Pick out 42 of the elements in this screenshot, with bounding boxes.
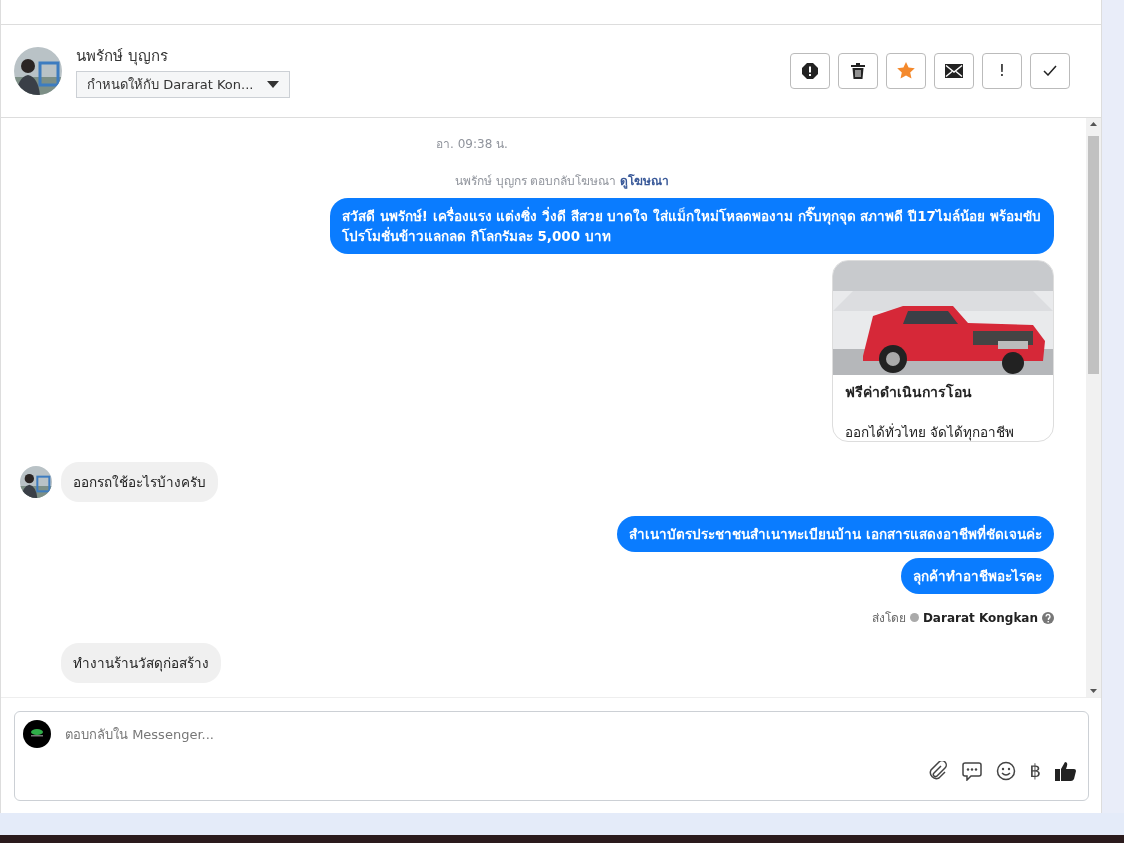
view-ad-link[interactable]: ดูโฆษณา [620,173,670,188]
like-button[interactable] [1055,760,1076,781]
alert-icon [802,62,818,79]
verified-icon [909,613,919,622]
assign-dropdown[interactable]: กำหนดให้กับ Dararat Kon... [76,70,291,98]
sent-message: ลุกค้าทำอาชีพอะไรคะ [901,558,1054,594]
ad-reply-notice: นพรักษ์ บุญกร ตอบกลับโฆษณา ดูโฆษณา [454,172,670,190]
emoji-button[interactable] [995,760,1016,781]
timestamp: อา. 09:38 น. [436,135,508,153]
help-icon[interactable] [1042,611,1054,624]
report-button[interactable] [790,52,830,89]
speech-bubble-icon [961,760,982,781]
delete-button[interactable] [838,52,878,89]
sent-by-label: ส่งโดย [871,610,906,627]
thumbs-up-icon [1055,760,1076,781]
sent-message: สวัสดี นพรักษ์! เครื่องแรง แต่งซิ่ง วิ่งดี สีสวย บาดใจ ใส่แม็กใหม่โหลดพองาม กริ๊บทุกจุด สภาพดี ปี17ไมล์น้อย พร้อมขับ โปรโมชั่นข้าวแลกลด กิโลกรัมละ 5,000 บาท [330,197,1054,254]
scroll-up-icon[interactable] [1090,121,1097,126]
star-button[interactable] [886,52,926,89]
important-button[interactable]: ! [982,52,1022,89]
contact-name: นพรักษ์ บุญกร [76,45,169,68]
page-logo-icon [23,720,51,748]
mail-button[interactable] [934,52,974,89]
envelope-icon [945,63,963,78]
check-icon [1043,65,1057,77]
attach-button[interactable] [927,760,948,781]
trash-icon [851,62,865,79]
received-message: ทำงานร้านวัสดุก่อสร้าง [61,643,221,683]
payment-button[interactable]: ฿ [1029,760,1041,781]
avatar-icon [20,466,52,498]
ad-card[interactable]: ฟรีค่าดำเนินการโอน ออกได้ทั่วไทย จัดได้ทุกอาชีพ [832,259,1054,442]
sender-name: Dararat Kongkan [922,610,1038,625]
sent-message: สำเนาบัตรประชาชนสำเนาทะเบียนบ้าน เอกสารแสดงอาชีพที่ชัดเจนค่ะ [617,516,1054,552]
scroll-down-icon[interactable] [1090,689,1097,693]
saved-replies-button[interactable] [961,760,982,781]
scrollbar[interactable] [1086,117,1101,697]
paperclip-icon [927,760,948,781]
avatar-icon [14,46,62,95]
ad-title: ฟรีค่าดำเนินการโอน [845,382,973,402]
smiley-icon [995,760,1016,781]
received-message: ออกรถใช้อะไรบ้างครับ [61,462,218,502]
ad-subtitle: ออกได้ทั่วไทย จัดได้ทุกอาชีพ [845,422,1016,441]
caret-icon [267,80,280,88]
